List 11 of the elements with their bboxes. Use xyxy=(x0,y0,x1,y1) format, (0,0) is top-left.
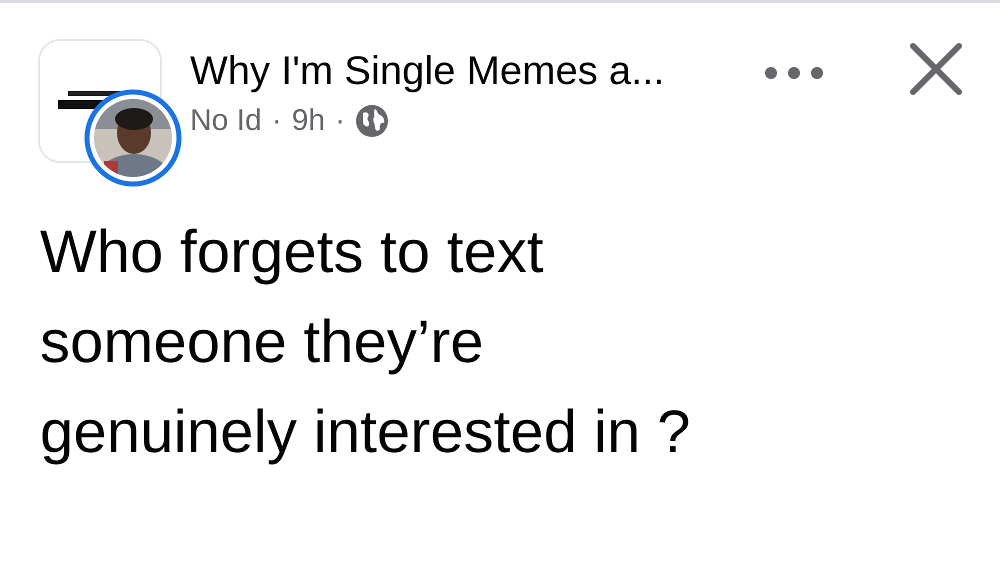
page-name[interactable]: Why I'm Single Memes a... xyxy=(190,47,664,95)
post-text: genuinely interested in ? xyxy=(40,397,692,467)
post-time[interactable]: 9h xyxy=(292,103,326,139)
globe-icon xyxy=(355,104,390,138)
separator-dot: · xyxy=(335,103,346,139)
author-name[interactable]: No Id xyxy=(190,103,262,139)
more-icon xyxy=(764,66,824,80)
post-text: Who forgets to text xyxy=(40,217,545,287)
close-icon xyxy=(909,42,963,96)
post-text: someone they’re xyxy=(40,307,485,377)
separator-dot: · xyxy=(272,103,282,139)
